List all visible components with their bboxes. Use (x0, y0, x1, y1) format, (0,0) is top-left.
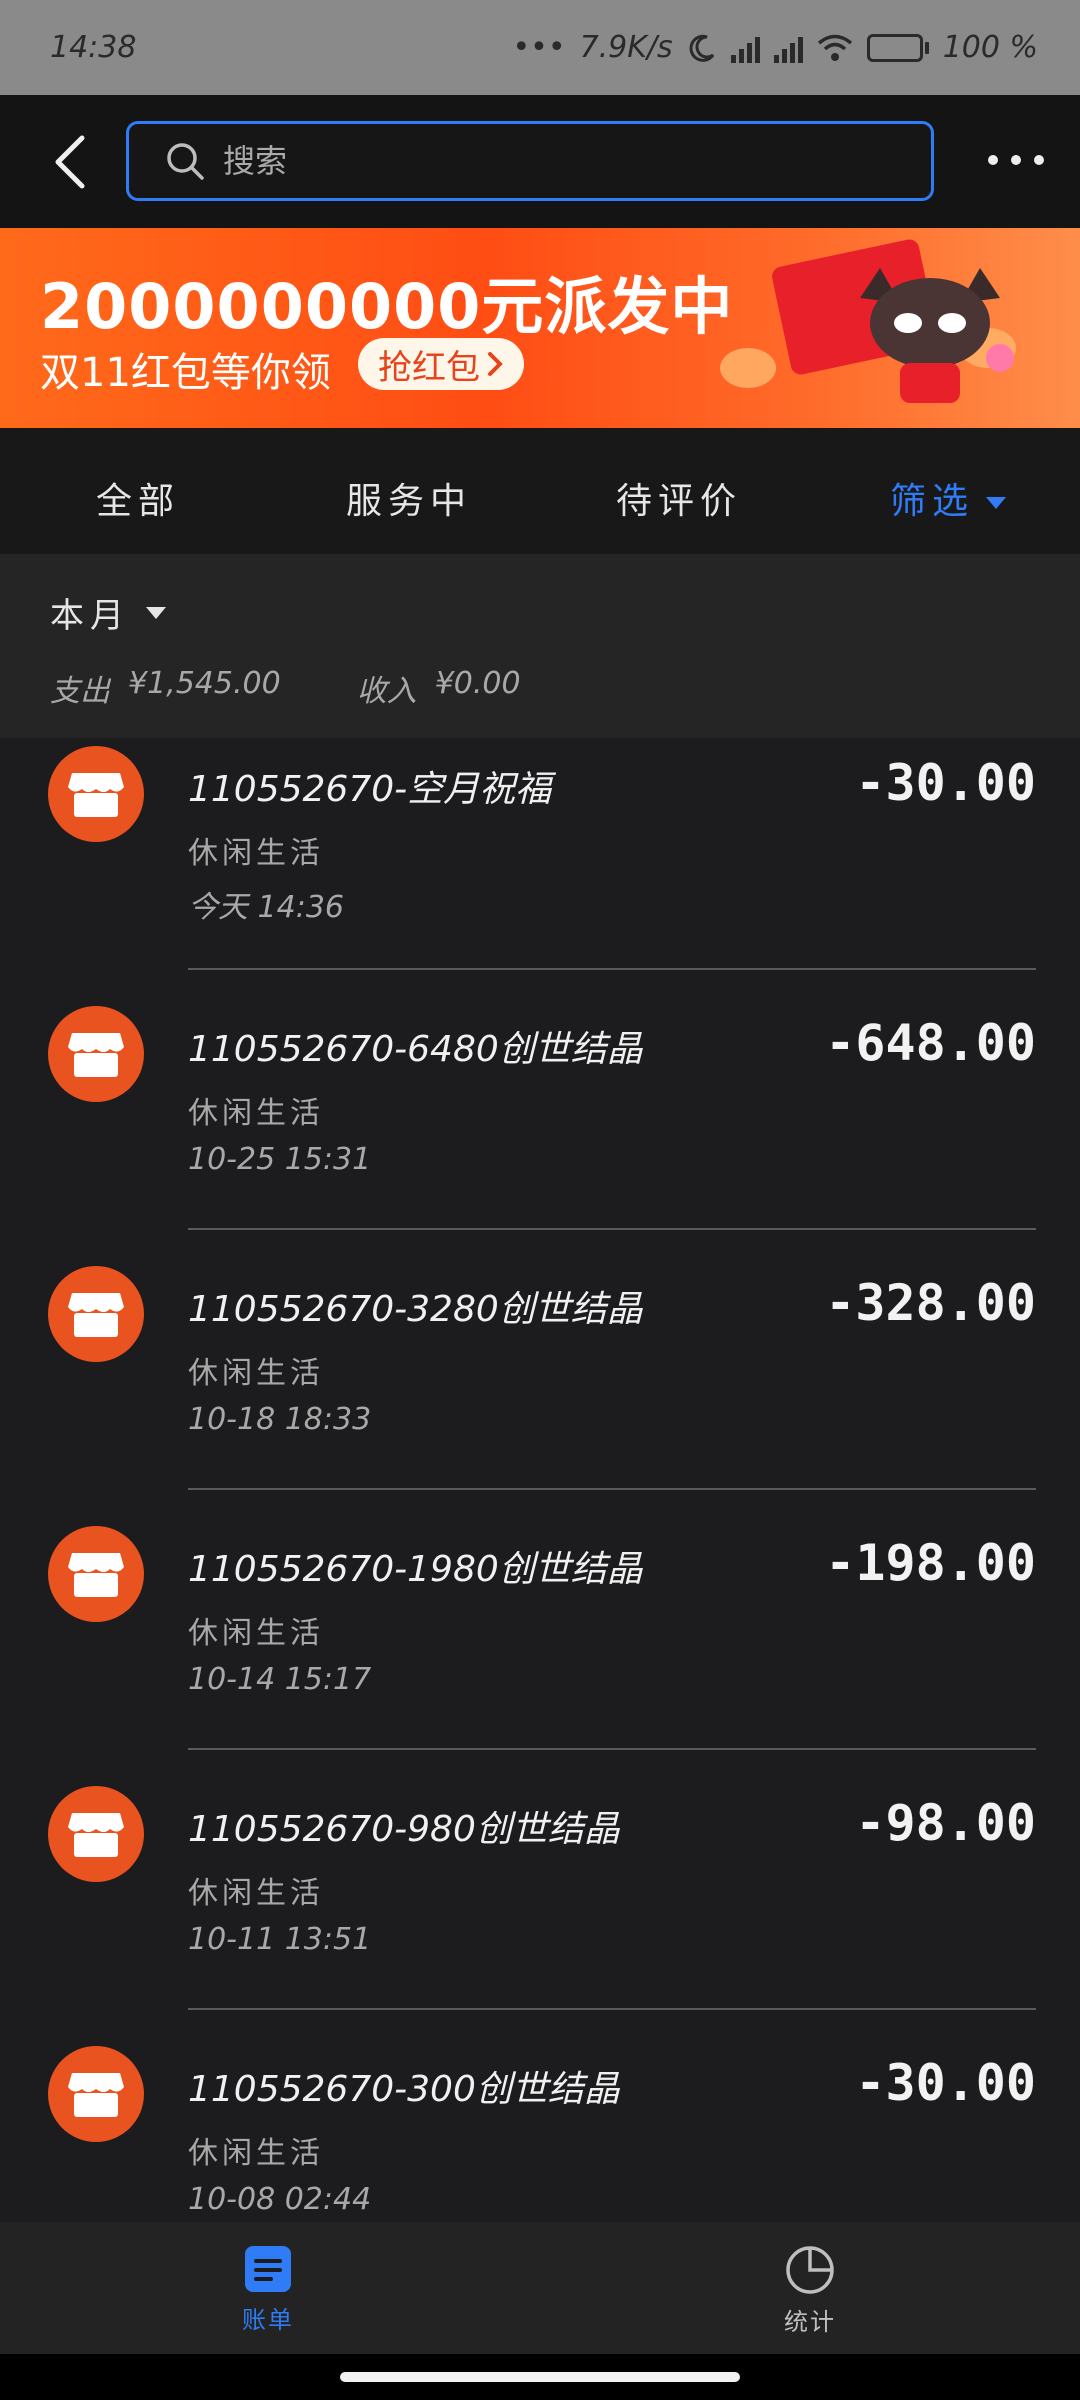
filter-tabs: 全部 服务中 待评价 筛选 (0, 428, 1080, 554)
battery-icon (866, 33, 929, 62)
chevron-right-icon (488, 352, 503, 376)
status-icons: ••• 7.9K/s 100 % (512, 30, 1038, 65)
wifi-icon (817, 34, 852, 61)
transaction-time: 10-14 15:17 (188, 1662, 372, 1697)
list-item[interactable]: 110552670-6480创世结晶 休闲生活 10-25 15:31 -648… (0, 998, 1080, 1258)
signal-icon (773, 33, 803, 63)
shop-icon (48, 1266, 144, 1362)
transaction-category: 休闲生活 (188, 2136, 324, 2171)
nav-stats[interactable]: 统计 (750, 2244, 870, 2337)
search-box[interactable] (126, 121, 934, 201)
transaction-time: 10-25 15:31 (188, 1142, 372, 1177)
transaction-category: 休闲生活 (188, 1616, 324, 1651)
status-bar: 14:38 ••• 7.9K/s 100 % (0, 0, 1080, 95)
system-home-bar (0, 2354, 1080, 2400)
nav-bill[interactable]: 账单 (208, 2244, 328, 2335)
back-button[interactable] (40, 132, 100, 192)
transaction-title: 110552670-3280创世结晶 (188, 1289, 643, 1330)
income-value: ¥0.00 (434, 666, 521, 701)
divider (188, 1228, 1036, 1230)
summary-totals: 支出 ¥1,545.00 收入 ¥0.00 (50, 666, 521, 710)
month-label: 本月 (50, 596, 130, 636)
transaction-amount: -30.00 (855, 2054, 1036, 2112)
tab-in-service[interactable]: 服务中 (346, 472, 472, 524)
mascot-cat-icon (860, 268, 1014, 403)
moon-icon (689, 34, 714, 62)
status-time: 14:38 (50, 30, 137, 65)
transaction-title: 110552670-6480创世结晶 (188, 1029, 643, 1070)
shop-icon (48, 1526, 144, 1622)
banner-subtitle: 双11红包等你领 (40, 350, 331, 396)
chevron-left-icon (55, 135, 85, 188)
divider (188, 968, 1036, 970)
transaction-title: 110552670-980创世结晶 (188, 1809, 620, 1850)
transaction-time: 10-08 02:44 (188, 2182, 372, 2217)
shop-icon (48, 1006, 144, 1102)
transaction-time: 今天 14:36 (188, 890, 344, 925)
tab-filter[interactable]: 筛选 (890, 472, 1007, 524)
expense-value: ¥1,545.00 (128, 666, 281, 701)
banner-title: 2000000000元派发中 (40, 270, 734, 343)
nav-stats-label: 统计 (784, 2308, 836, 2336)
transaction-title: 110552670-300创世结晶 (188, 2069, 620, 2110)
dots-icon: ••• (512, 30, 566, 65)
bill-icon (245, 2246, 291, 2292)
promo-banner[interactable]: 2000000000元派发中 双11红包等你领 抢红包 (0, 228, 1080, 428)
tab-to-review[interactable]: 待评价 (616, 472, 742, 524)
transaction-category: 休闲生活 (188, 836, 324, 871)
tab-all[interactable]: 全部 (96, 472, 180, 524)
transaction-list: 110552670-空月祝福 休闲生活 今天 14:36 -30.00 1105… (0, 738, 1080, 2222)
shop-icon (48, 746, 144, 842)
list-item[interactable]: 110552670-空月祝福 休闲生活 今天 14:36 -30.00 (0, 738, 1080, 998)
divider (188, 1488, 1036, 1490)
pie-chart-icon (786, 2246, 834, 2294)
search-input[interactable] (223, 142, 823, 180)
divider (188, 2008, 1036, 2010)
banner-button-label: 抢红包 (378, 347, 480, 388)
transaction-category: 休闲生活 (188, 1356, 324, 1391)
income-label: 收入 (356, 674, 417, 709)
transaction-category: 休闲生活 (188, 1876, 324, 1911)
shop-icon (48, 2046, 144, 2142)
signal-icon (730, 33, 760, 63)
transaction-time: 10-18 18:33 (188, 1402, 372, 1437)
transaction-time: 10-11 13:51 (188, 1922, 372, 1957)
transaction-title: 110552670-空月祝福 (188, 769, 552, 810)
divider (188, 1748, 1036, 1750)
caret-down-icon (986, 497, 1007, 509)
month-selector[interactable]: 本月 (50, 588, 166, 637)
list-item[interactable]: 110552670-300创世结晶 休闲生活 10-08 02:44 -30.0… (0, 2038, 1080, 2222)
grab-red-packet-button[interactable]: 抢红包 (358, 338, 524, 390)
list-item[interactable]: 110552670-980创世结晶 休闲生活 10-11 13:51 -98.0… (0, 1778, 1080, 2038)
transaction-amount: -198.00 (825, 1534, 1036, 1592)
bottom-nav: 账单 统计 (0, 2222, 1080, 2354)
transaction-amount: -30.00 (855, 754, 1036, 812)
list-item[interactable]: 110552670-3280创世结晶 休闲生活 10-18 18:33 -328… (0, 1258, 1080, 1518)
more-button[interactable] (988, 135, 1044, 185)
expense-label: 支出 (50, 674, 110, 709)
transaction-amount: -98.00 (855, 1794, 1036, 1852)
transaction-amount: -648.00 (825, 1014, 1036, 1072)
list-item[interactable]: 110552670-1980创世结晶 休闲生活 10-14 15:17 -198… (0, 1518, 1080, 1778)
caret-down-icon (146, 606, 166, 619)
transaction-category: 休闲生活 (188, 1096, 324, 1131)
transaction-title: 110552670-1980创世结晶 (188, 1549, 643, 1590)
nav-bill-label: 账单 (242, 2306, 294, 2334)
home-indicator[interactable] (340, 2372, 740, 2382)
coin-decoration (720, 348, 776, 388)
header (0, 95, 1080, 228)
battery-percent: 100 % (942, 30, 1038, 65)
monthly-summary: 本月 支出 ¥1,545.00 收入 ¥0.00 (0, 554, 1080, 738)
shop-icon (48, 1786, 144, 1882)
search-icon (167, 143, 204, 180)
net-speed: 7.9K/s (579, 30, 673, 65)
transaction-amount: -328.00 (825, 1274, 1036, 1332)
